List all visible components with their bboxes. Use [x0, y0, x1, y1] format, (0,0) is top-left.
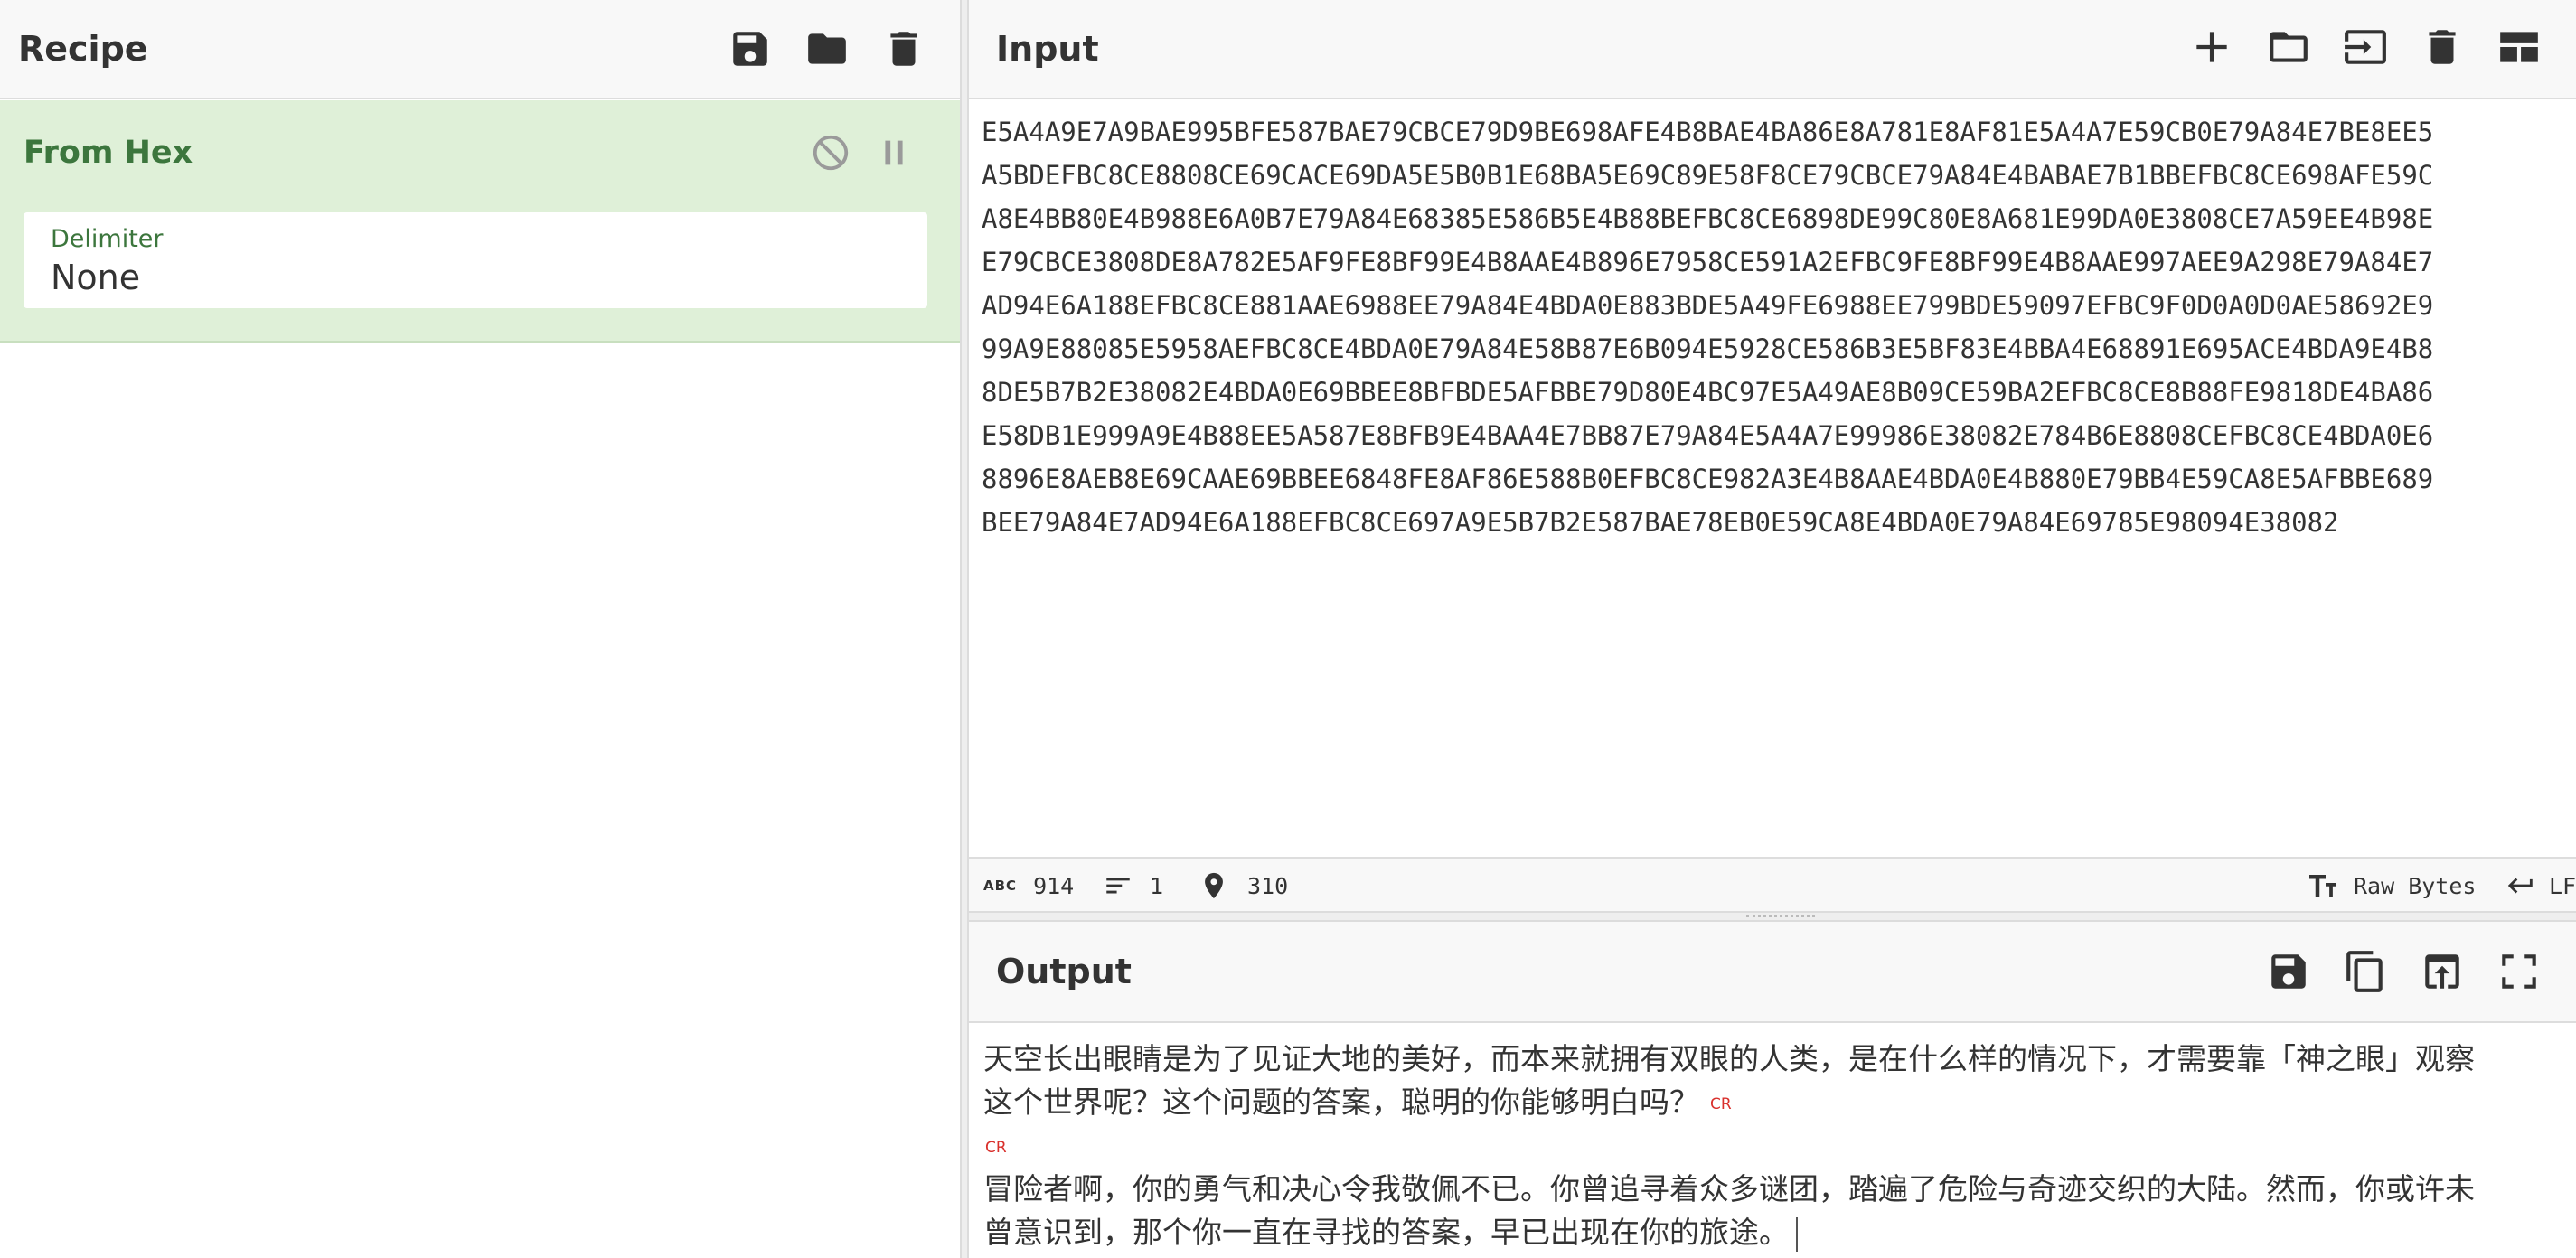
copy-output-button[interactable] — [2339, 945, 2392, 998]
clear-input-button[interactable] — [2416, 21, 2468, 73]
length-value: 914 — [1033, 872, 1075, 899]
io-pane: Input E5A4A9E7A9BAE995BFE587BAE79CBCE79D… — [969, 0, 2576, 1258]
layout-icon — [2500, 32, 2538, 62]
save-recipe-button[interactable] — [724, 23, 776, 75]
import-icon — [2345, 30, 2386, 64]
input-header: Input — [969, 0, 2576, 99]
fullscreen-icon — [2502, 954, 2536, 989]
output-textarea[interactable]: 天空长出眼睛是为了见证大地的美好，而本来就拥有双眼的人类，是在什么样的情况下，才… — [969, 1023, 2576, 1258]
input-status-bar: ABC 914 1 310 Raw Bytes LF — [969, 857, 2576, 911]
copy-icon — [2346, 951, 2383, 992]
open-folder-button[interactable] — [2339, 21, 2392, 73]
output-line: 天空长出眼睛是为了见证大地的美好，而本来就拥有双眼的人类，是在什么样的情况下，才… — [983, 1041, 2475, 1076]
save-output-button[interactable] — [2262, 945, 2315, 998]
operation-title: From Hex — [24, 135, 193, 171]
length-stat: ABC 914 — [983, 859, 1074, 913]
output-line: 这个世界呢？这个问题的答案，聪明的你能够明白吗？ CR — [983, 1084, 1732, 1120]
recipe-title: Recipe — [18, 29, 148, 69]
location-pin-icon — [1205, 872, 1223, 899]
resize-grip[interactable] — [1746, 915, 1815, 918]
position-value: 310 — [1247, 872, 1289, 899]
output-line: 曾意识到，那个你一直在寻找的答案，早已出现在你的旅途。 — [983, 1211, 1798, 1254]
cr-marker: CR — [985, 1139, 1007, 1157]
cr-marker: CR — [1710, 1095, 1732, 1113]
save-icon — [733, 32, 767, 66]
recipe-pane: Recipe From Hex Delimiter None — [0, 0, 960, 1258]
text-size-icon — [2309, 875, 2336, 897]
maximise-output-button[interactable] — [2493, 945, 2545, 998]
pane-resize-divider[interactable] — [960, 0, 969, 1258]
delimiter-field[interactable]: Delimiter None — [24, 212, 927, 308]
load-recipe-button[interactable] — [801, 23, 853, 75]
recipe-header: Recipe — [0, 0, 960, 99]
input-text[interactable]: E5A4A9E7A9BAE995BFE587BAE79CBCE79D9BE698… — [982, 110, 2433, 544]
input-title: Input — [996, 29, 1099, 69]
position-stat: 310 — [1199, 859, 1288, 913]
delimiter-value[interactable]: None — [51, 258, 140, 297]
encoding-selector[interactable]: Raw Bytes — [2307, 859, 2476, 913]
io-resize-divider[interactable] — [969, 911, 2576, 922]
eol-selector[interactable]: LF — [2505, 859, 2576, 913]
output-line: CR — [985, 1124, 1007, 1169]
input-textarea[interactable]: E5A4A9E7A9BAE995BFE587BAE79CBCE79D9BE698… — [969, 101, 2576, 857]
return-arrow-icon — [2507, 878, 2533, 894]
trash-icon — [2429, 30, 2456, 64]
encoding-value: Raw Bytes — [2354, 872, 2477, 899]
lines-stat: 1 — [1103, 859, 1163, 913]
disable-operation-button[interactable] — [805, 127, 856, 178]
text-cursor — [1796, 1217, 1798, 1252]
folder-icon — [808, 33, 846, 64]
add-tab-button[interactable] — [2186, 21, 2238, 73]
pause-icon — [885, 140, 903, 165]
replace-input-icon — [2425, 954, 2459, 989]
output-line: 冒险者啊，你的勇气和决心令我敬佩不已。你曾追寻着众多谜团，踏遍了危险与奇迹交织的… — [983, 1171, 2475, 1206]
replace-input-button[interactable] — [2416, 945, 2468, 998]
abc-icon: ABC — [983, 878, 1018, 894]
operation-from-hex[interactable]: From Hex Delimiter None — [0, 100, 960, 343]
reset-layout-button[interactable] — [2493, 21, 2545, 73]
clear-recipe-button[interactable] — [878, 23, 930, 75]
folder-icon — [2270, 32, 2308, 62]
output-title: Output — [996, 952, 1132, 991]
lines-icon — [1106, 878, 1130, 894]
breakpoint-button[interactable] — [869, 127, 919, 178]
lines-value: 1 — [1150, 872, 1164, 899]
add-icon — [2196, 32, 2227, 62]
output-header: Output — [969, 922, 2576, 1023]
open-file-button[interactable] — [2262, 21, 2315, 73]
eol-value: LF — [2549, 872, 2576, 899]
disable-icon — [813, 135, 849, 171]
trash-icon — [890, 32, 917, 66]
delimiter-label: Delimiter — [51, 225, 164, 253]
save-icon — [2271, 954, 2306, 989]
